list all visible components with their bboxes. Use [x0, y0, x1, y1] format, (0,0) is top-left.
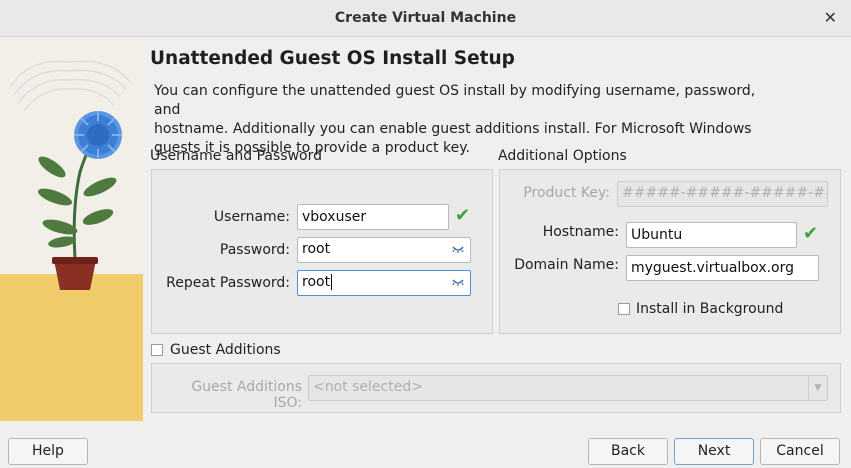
window-title: Create Virtual Machine — [334, 10, 517, 26]
product-key-label: Product Key: — [523, 185, 610, 201]
text-cursor — [331, 274, 333, 290]
hostname-label: Hostname: — [542, 224, 619, 240]
credentials-group-title: Username and Password — [150, 148, 322, 164]
domain-name-field[interactable] — [626, 255, 819, 281]
back-button[interactable]: Back — [588, 438, 668, 465]
guest-additions-iso-label: Guest Additions ISO: — [191, 379, 302, 411]
show-password-icon[interactable] — [452, 244, 464, 257]
guest-additions-iso-combo: <not selected> ▼ — [308, 375, 828, 401]
plant-illustration — [0, 37, 143, 421]
title-bar: Create Virtual Machine ✕ — [0, 0, 851, 37]
page-title: Unattended Guest OS Install Setup — [150, 48, 515, 69]
iso-value: <not selected> — [313, 379, 423, 395]
close-icon[interactable]: ✕ — [824, 8, 837, 27]
install-background-checkbox[interactable] — [618, 303, 630, 315]
password-value: root — [302, 241, 331, 257]
repeat-password-value: root — [302, 274, 331, 290]
username-field[interactable] — [297, 204, 449, 230]
valid-check-icon: ✔ — [455, 205, 471, 226]
password-label: Password: — [219, 242, 290, 258]
options-group-title: Additional Options — [498, 148, 627, 164]
next-button[interactable]: Next — [674, 438, 754, 465]
guest-additions-checkbox[interactable] — [151, 344, 163, 356]
hostname-field[interactable] — [626, 222, 797, 248]
description-line: hostname. Additionally you can enable gu… — [154, 121, 752, 137]
cancel-button[interactable]: Cancel — [760, 438, 840, 465]
chevron-down-icon: ▼ — [808, 376, 827, 400]
repeat-password-label: Repeat Password: — [166, 275, 290, 291]
install-background-label[interactable]: Install in Background — [636, 301, 783, 317]
username-label: Username: — [160, 209, 290, 225]
guest-additions-label[interactable]: Guest Additions — [170, 342, 281, 358]
show-password-icon[interactable] — [452, 277, 464, 290]
description-line: You can configure the unattended guest O… — [154, 83, 756, 118]
repeat-password-field[interactable]: root — [297, 270, 471, 296]
domain-name-label: Domain Name: — [514, 257, 619, 273]
password-field[interactable]: root — [297, 237, 471, 263]
wizard-illustration — [0, 37, 143, 421]
username-label-text: Username: — [213, 209, 290, 225]
product-key-field: #####-#####-#####-##### — [617, 181, 828, 207]
help-button[interactable]: Help — [8, 438, 88, 465]
valid-check-icon: ✔ — [803, 223, 819, 244]
page-description: You can configure the unattended guest O… — [154, 82, 774, 158]
